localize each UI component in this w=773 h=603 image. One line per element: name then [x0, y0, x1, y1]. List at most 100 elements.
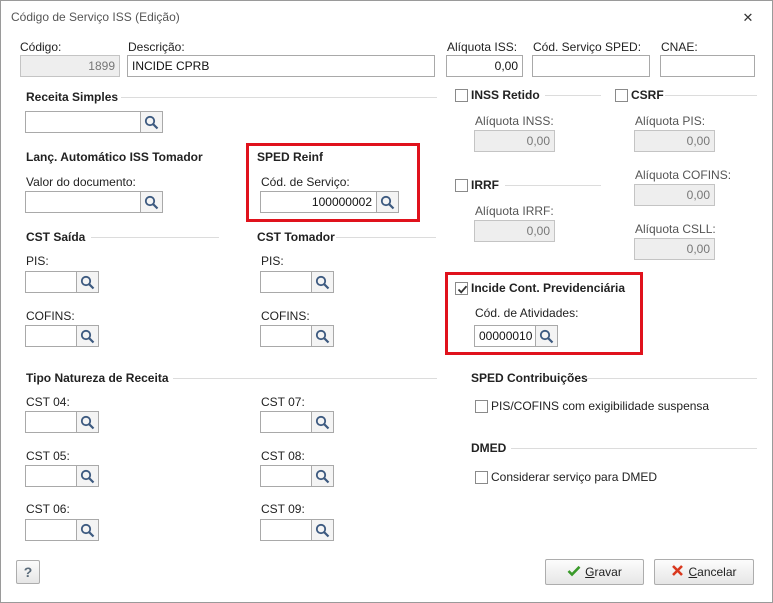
- irrf-label: IRRF: [471, 178, 499, 192]
- sped-contrib-separator: [585, 378, 757, 379]
- cst06-lookup-button[interactable]: [77, 519, 99, 541]
- search-icon: [144, 195, 159, 210]
- aliquota-csll-field[interactable]: 0,00: [634, 238, 715, 260]
- csrf-label: CSRF: [631, 88, 664, 102]
- aliquota-pis-field[interactable]: 0,00: [634, 130, 715, 152]
- aliquota-irrf-field[interactable]: 0,00: [474, 220, 555, 242]
- incide-cont-checkbox[interactable]: [455, 282, 468, 295]
- gravar-button-label: ravar: [594, 565, 622, 579]
- cst09-lookup-button[interactable]: [312, 519, 334, 541]
- cst-tomador-header: CST Tomador: [257, 230, 335, 244]
- dialog-window: Código de Serviço ISS (Edição) ✕ Código:…: [0, 0, 773, 603]
- cst07-lookup-button[interactable]: [312, 411, 334, 433]
- cnae-field[interactable]: [660, 55, 755, 77]
- considerar-dmed-label: Considerar serviço para DMED: [491, 470, 658, 484]
- cod-servico-sped-field[interactable]: [532, 55, 650, 77]
- cancelar-button[interactable]: Cancelar: [654, 559, 754, 585]
- cst-tomador-cofins-lookup-button[interactable]: [312, 325, 334, 347]
- cst-saida-cofins-lookup-button[interactable]: [77, 325, 99, 347]
- cancel-x-icon: [671, 561, 684, 585]
- irrf-separator: [505, 185, 601, 186]
- incide-cont-label: Incide Cont. Previdenciária: [471, 281, 626, 295]
- receita-simples-separator: [121, 97, 437, 98]
- cst-tomador-cofins-field[interactable]: [260, 325, 312, 347]
- considerar-dmed-checkbox[interactable]: [475, 471, 488, 484]
- aliquota-iss-label: Alíquota ISS:: [447, 40, 518, 54]
- csrf-checkbox[interactable]: [615, 89, 628, 102]
- aliquota-csll-label: Alíquota CSLL:: [635, 222, 716, 236]
- search-icon: [80, 469, 95, 484]
- gravar-button-accel: G: [585, 565, 595, 579]
- cod-atividades-field[interactable]: 00000010: [474, 325, 536, 347]
- receita-simples-field[interactable]: [25, 111, 141, 133]
- cst-saida-pis-lookup-button[interactable]: [77, 271, 99, 293]
- gravar-button[interactable]: Gravar: [545, 559, 644, 585]
- sped-reinf-lookup-button[interactable]: [377, 191, 399, 213]
- valor-documento-label: Valor do documento:: [26, 175, 136, 189]
- cod-servico-sped-label: Cód. Serviço SPED:: [533, 40, 642, 54]
- aliquota-inss-label: Alíquota INSS:: [475, 114, 554, 128]
- sped-reinf-cod-servico-label: Cód. de Serviço:: [261, 175, 350, 189]
- cst06-field[interactable]: [25, 519, 77, 541]
- search-icon: [80, 523, 95, 538]
- cod-atividades-lookup-button[interactable]: [536, 325, 558, 347]
- aliquota-pis-label: Alíquota PIS:: [635, 114, 706, 128]
- receita-simples-header: Receita Simples: [26, 90, 119, 104]
- help-button[interactable]: ?: [16, 560, 40, 584]
- cst-tomador-pis-field[interactable]: [260, 271, 312, 293]
- aliquota-inss-field[interactable]: 0,00: [474, 130, 555, 152]
- search-icon: [315, 523, 330, 538]
- search-icon: [315, 275, 330, 290]
- search-icon: [380, 195, 395, 210]
- tipo-natureza-separator: [173, 378, 437, 379]
- cst07-field[interactable]: [260, 411, 312, 433]
- valor-documento-field[interactable]: [25, 191, 141, 213]
- search-icon: [315, 469, 330, 484]
- cst05-field[interactable]: [25, 465, 77, 487]
- aliquota-cofins-field[interactable]: 0,00: [634, 184, 715, 206]
- cst07-label: CST 07:: [261, 395, 305, 409]
- aliquota-iss-field[interactable]: 0,00: [446, 55, 523, 77]
- cst-tomador-cofins-label: COFINS:: [261, 309, 310, 323]
- cst-saida-pis-field[interactable]: [25, 271, 77, 293]
- csrf-separator: [665, 95, 757, 96]
- cod-atividades-label: Cód. de Atividades:: [475, 306, 579, 320]
- cst08-lookup-button[interactable]: [312, 465, 334, 487]
- sped-reinf-cod-servico-field[interactable]: 100000002: [260, 191, 377, 213]
- cst05-lookup-button[interactable]: [77, 465, 99, 487]
- cst09-field[interactable]: [260, 519, 312, 541]
- cst-saida-cofins-field[interactable]: [25, 325, 77, 347]
- sped-reinf-header: SPED Reinf: [257, 150, 324, 164]
- search-icon: [144, 115, 159, 130]
- irrf-checkbox[interactable]: [455, 179, 468, 192]
- cst05-label: CST 05:: [26, 449, 70, 463]
- cst-saida-pis-label: PIS:: [26, 254, 49, 268]
- valor-documento-lookup-button[interactable]: [141, 191, 163, 213]
- inss-retido-checkbox[interactable]: [455, 89, 468, 102]
- cst04-lookup-button[interactable]: [77, 411, 99, 433]
- codigo-field[interactable]: 1899: [20, 55, 120, 77]
- sped-contrib-header: SPED Contribuições: [471, 371, 588, 385]
- dmed-header: DMED: [471, 441, 507, 455]
- pis-cofins-suspensa-checkbox[interactable]: [475, 400, 488, 413]
- cst04-field[interactable]: [25, 411, 77, 433]
- title-bar: Código de Serviço ISS (Edição) ✕: [1, 1, 772, 33]
- close-icon[interactable]: ✕: [741, 11, 755, 25]
- window-title: Código de Serviço ISS (Edição): [11, 10, 180, 24]
- descricao-label: Descrição:: [128, 40, 185, 54]
- cst04-label: CST 04:: [26, 395, 70, 409]
- receita-simples-lookup-button[interactable]: [141, 111, 163, 133]
- search-icon: [315, 415, 330, 430]
- aliquota-cofins-label: Alíquota COFINS:: [635, 168, 732, 182]
- cst-saida-separator: [91, 237, 219, 238]
- inss-retido-label: INSS Retido: [471, 88, 540, 102]
- pis-cofins-suspensa-label: PIS/COFINS com exigibilidade suspensa: [491, 399, 710, 413]
- cst-tomador-pis-lookup-button[interactable]: [312, 271, 334, 293]
- checkmark-icon: [567, 561, 581, 585]
- search-icon: [539, 329, 554, 344]
- cst08-field[interactable]: [260, 465, 312, 487]
- inss-separator: [545, 95, 601, 96]
- cnae-label: CNAE:: [661, 40, 698, 54]
- descricao-field[interactable]: INCIDE CPRB: [127, 55, 435, 77]
- cancelar-button-label: ancelar: [697, 565, 737, 579]
